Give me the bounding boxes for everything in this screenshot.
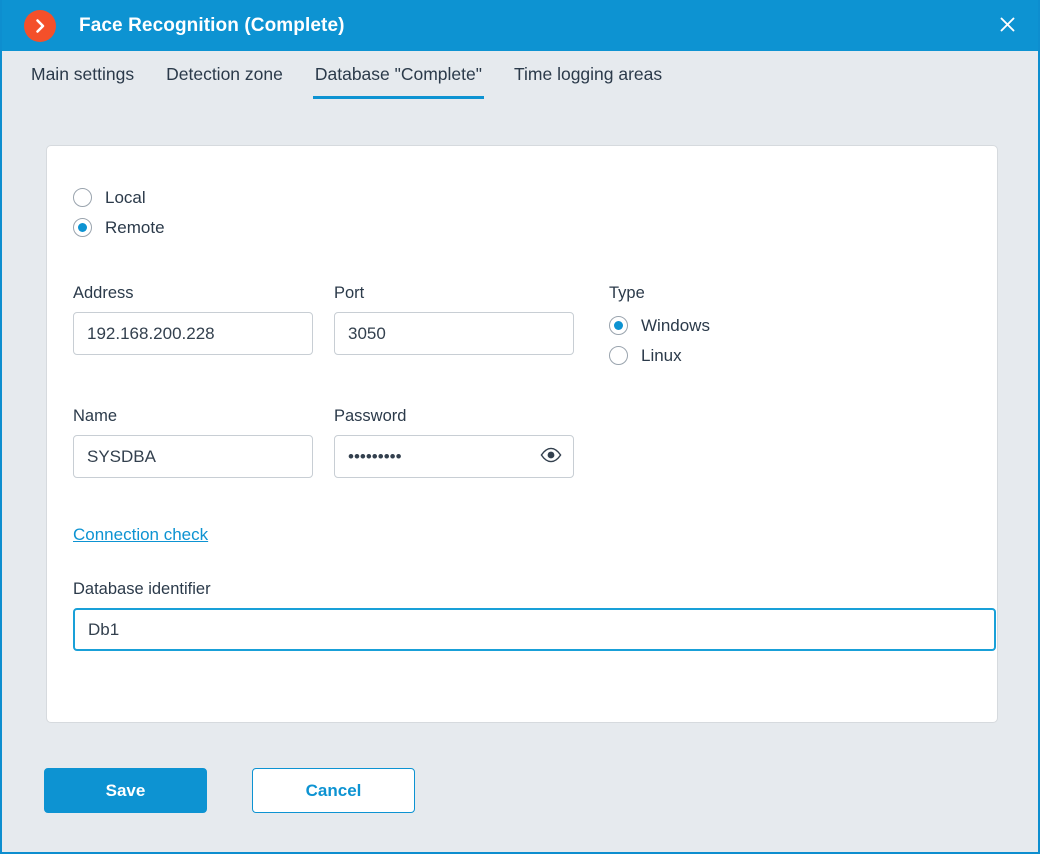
save-button[interactable]: Save (44, 768, 207, 813)
radio-indicator (73, 217, 92, 237)
title-bar: Face Recognition (Complete) (2, 0, 1038, 51)
cancel-button[interactable]: Cancel (252, 768, 415, 813)
location-radio-group: Local Remote (73, 182, 971, 242)
chevron-right-circle-icon (24, 9, 56, 42)
close-button[interactable] (976, 0, 1038, 51)
address-field-group: Address (73, 284, 313, 355)
type-radio-group: Type Windows Linux (609, 284, 710, 370)
connection-check-link[interactable]: Connection check (73, 525, 208, 545)
close-icon (998, 15, 1017, 37)
window-title: Face Recognition (Complete) (79, 14, 345, 36)
address-label: Address (73, 284, 134, 302)
radio-option-local[interactable]: Local (73, 182, 146, 212)
port-label: Port (334, 284, 365, 302)
password-label: Password (334, 407, 407, 425)
tab-bar: Main settings Detection zone Database "C… (2, 51, 1038, 118)
eye-icon (540, 447, 562, 466)
name-field-group: Name (73, 407, 313, 478)
port-field-group: Port (334, 284, 574, 355)
tab-time-logging-areas[interactable]: Time logging areas (512, 51, 664, 99)
radio-label: Local (105, 187, 146, 207)
type-label: Type (609, 284, 645, 302)
radio-label: Linux (641, 345, 682, 365)
radio-indicator (609, 315, 628, 335)
tab-label: Database "Complete" (314, 64, 482, 84)
tab-detection-zone[interactable]: Detection zone (164, 51, 285, 99)
connection-row: Address Port Type Windows Linux (73, 284, 971, 370)
name-input[interactable] (73, 435, 313, 478)
radio-option-windows[interactable]: Windows (609, 310, 710, 340)
password-field-group: Password (334, 407, 574, 478)
tab-label: Detection zone (166, 64, 283, 84)
database-settings-card: Local Remote Address Port Type (46, 145, 998, 723)
database-identifier-input[interactable] (73, 608, 996, 651)
tab-main-settings[interactable]: Main settings (29, 51, 136, 99)
radio-label: Windows (641, 315, 710, 335)
radio-option-remote[interactable]: Remote (73, 212, 165, 242)
radio-label: Remote (105, 217, 165, 237)
database-identifier-label: Database identifier (73, 580, 211, 598)
tab-label: Time logging areas (513, 64, 663, 84)
dialog-footer: Save Cancel (44, 768, 415, 813)
connection-check-row: Connection check (73, 525, 971, 545)
toggle-password-visibility-button[interactable] (537, 443, 565, 471)
credentials-row: Name Password (73, 407, 971, 478)
tab-label: Main settings (31, 64, 135, 84)
radio-option-linux[interactable]: Linux (609, 340, 682, 370)
address-input[interactable] (73, 312, 313, 355)
radio-indicator (73, 187, 92, 207)
port-input[interactable] (334, 312, 574, 355)
name-label: Name (73, 407, 118, 425)
dialog-window: Face Recognition (Complete) Main setting… (0, 0, 1040, 854)
database-identifier-group: Database identifier (73, 580, 996, 651)
tab-database-complete[interactable]: Database "Complete" (312, 51, 485, 99)
radio-indicator (609, 345, 628, 365)
